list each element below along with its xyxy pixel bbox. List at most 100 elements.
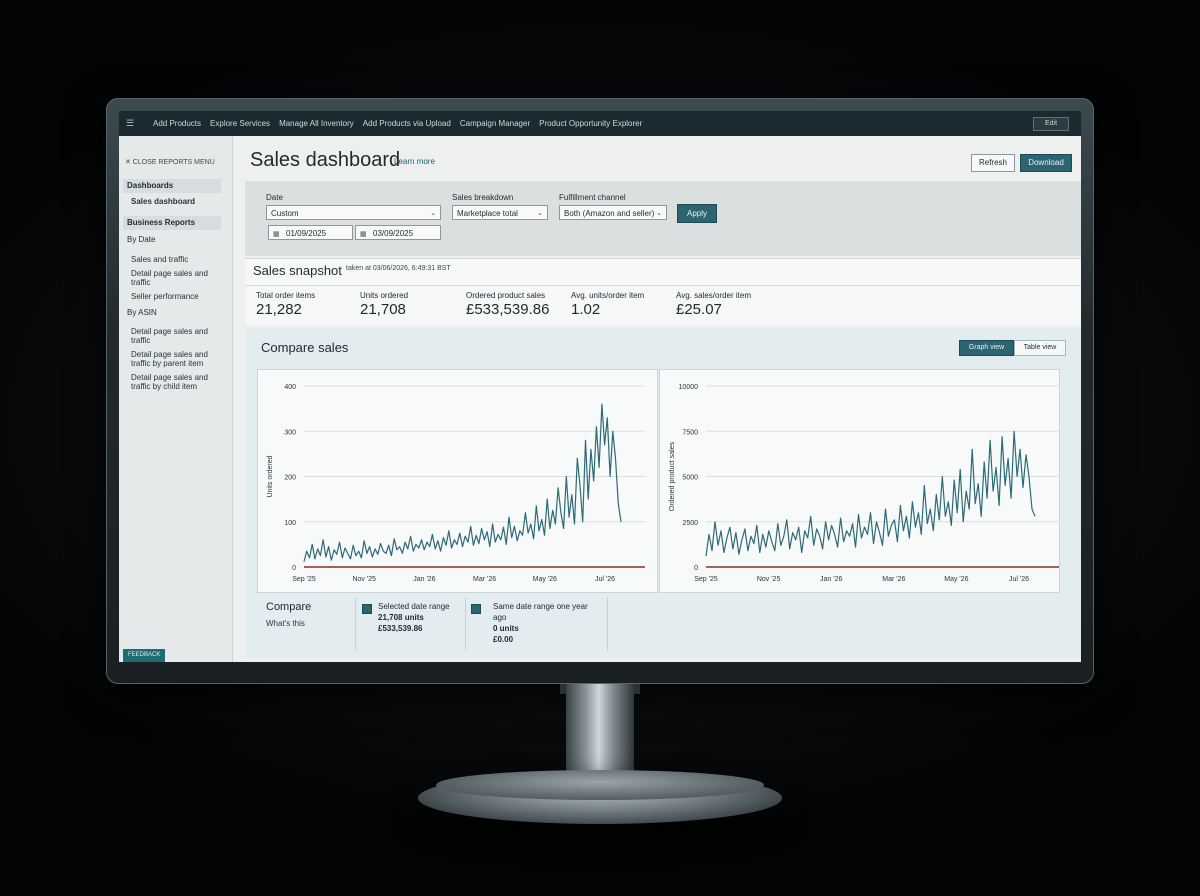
sales-breakdown-label: Sales breakdown	[452, 193, 514, 202]
last-year-checkbox[interactable]	[471, 604, 481, 614]
sidebar-item-asin-child-item[interactable]: Detail page sales and traffic by child i…	[131, 373, 221, 391]
sidebar-section-dashboards: Dashboards	[123, 179, 221, 193]
y-tick-label: 5000	[682, 475, 698, 482]
close-reports-menu-button[interactable]: ✕ CLOSE REPORTS MENU	[125, 158, 215, 166]
snapshot-timestamp: taken at 03/06/2026, 6:49:31 BST	[346, 265, 451, 272]
fulfillment-channel-select[interactable]: Both (Amazon and seller) ⌄	[559, 205, 667, 220]
monitor-stand-base-top	[436, 770, 764, 800]
edit-button[interactable]: Edit	[1033, 117, 1069, 131]
end-date-value: 03/09/2025	[373, 229, 414, 238]
screen: ☰ Add Products Explore Services Manage A…	[119, 111, 1081, 662]
feedback-button[interactable]: FEEDBACK	[123, 649, 166, 662]
metric-value-avg-sales: £25.07	[676, 301, 722, 318]
x-tick-label: Nov '25	[757, 576, 781, 583]
compare-sales-title: Compare sales	[261, 340, 349, 355]
ordered-sales-chart-card: 0 2500 5000 7500 10000 Ordered product sales S…	[659, 369, 1060, 593]
sidebar-item-asin-parent-item[interactable]: Detail page sales and traffic by parent …	[131, 350, 221, 368]
x-tick-label: Jan '26	[413, 576, 435, 583]
metric-value-total-order-items: 21,282	[256, 301, 302, 318]
table-view-toggle[interactable]: Table view	[1014, 340, 1066, 356]
metric-value-units-ordered: 21,708	[360, 301, 406, 318]
divider	[607, 597, 608, 651]
refresh-button[interactable]: Refresh	[971, 154, 1015, 172]
sidebar-item-sales-and-traffic[interactable]: Sales and traffic	[131, 255, 221, 264]
chevron-down-icon: ⌄	[656, 210, 662, 217]
date-filter-label: Date	[266, 193, 283, 202]
reports-sidebar: ✕ CLOSE REPORTS MENU Dashboards Sales da…	[119, 136, 233, 662]
nav-add-products-upload[interactable]: Add Products via Upload	[363, 119, 451, 128]
date-range-select[interactable]: Custom ⌄	[266, 205, 441, 220]
apply-button[interactable]: Apply	[677, 204, 717, 223]
sidebar-item-detail-page-sales-traffic[interactable]: Detail page sales and traffic	[131, 269, 221, 287]
sidebar-item-asin-detail-page[interactable]: Detail page sales and traffic	[131, 327, 221, 345]
x-tick-label: Sep '25	[694, 576, 718, 583]
units-ordered-chart-card: 0 100 200 300 400 Units ordered Sep '25 Nov '25…	[257, 369, 658, 593]
fulfillment-channel-label: Fulfillment channel	[559, 193, 626, 202]
y-tick-label: 0	[292, 565, 296, 572]
y-tick-label: 2500	[682, 520, 698, 527]
end-date-input[interactable]: ▦ 03/09/2025	[355, 225, 441, 240]
y-tick-label: 100	[284, 520, 296, 527]
selected-range-label: Selected date range	[378, 602, 450, 611]
y-tick-label: 200	[284, 475, 296, 482]
selected-range-checkbox[interactable]	[362, 604, 372, 614]
chevron-down-icon: ⌄	[537, 210, 543, 217]
nav-explore-services[interactable]: Explore Services	[210, 119, 270, 128]
sidebar-group-by-asin: By ASIN	[127, 308, 157, 317]
chevron-down-icon: ⌄	[430, 210, 436, 217]
y-tick-label: 7500	[682, 429, 698, 436]
sales-breakdown-select[interactable]: Marketplace total ⌄	[452, 205, 548, 220]
nav-campaign-manager[interactable]: Campaign Manager	[460, 119, 530, 128]
metric-label-ordered-product-sales: Ordered product sales	[466, 291, 546, 300]
metric-label-units-ordered: Units ordered	[360, 291, 409, 300]
y-tick-label: 10000	[679, 384, 699, 391]
x-tick-label: May '26	[533, 576, 557, 583]
nav-manage-inventory[interactable]: Manage All Inventory	[279, 119, 354, 128]
start-date-input[interactable]: ▦ 01/09/2025	[268, 225, 353, 240]
learn-more-link[interactable]: Learn more	[394, 157, 435, 166]
start-date-value: 01/09/2025	[286, 229, 327, 238]
x-tick-label: Mar '26	[882, 576, 905, 583]
y-axis-label: Ordered product sales	[669, 441, 676, 511]
metric-label-total-order-items: Total order items	[256, 291, 316, 300]
page-title: Sales dashboard	[250, 149, 401, 171]
series-line-selected-range	[705, 430, 1036, 557]
sidebar-item-sales-dashboard[interactable]: Sales dashboard	[131, 197, 221, 206]
x-tick-label: Nov '25	[352, 576, 376, 583]
ordered-sales-chart: 0 2500 5000 7500 10000 Ordered product sales S…	[669, 384, 1059, 583]
nav-product-opportunity-explorer[interactable]: Product Opportunity Explorer	[539, 119, 642, 128]
y-tick-label: 400	[284, 384, 296, 391]
sales-breakdown-value: Marketplace total	[457, 209, 518, 218]
x-tick-label: Sep '25	[292, 576, 316, 583]
date-range-value: Custom	[271, 209, 299, 218]
metric-value-ordered-product-sales: £533,539.86	[466, 301, 550, 318]
menu-icon[interactable]: ☰	[126, 118, 144, 129]
units-ordered-chart: 0 100 200 300 400 Units ordered Sep '25 Nov '25…	[267, 384, 645, 583]
last-year-units: 0 units	[493, 624, 519, 633]
last-year-sales: £0.00	[493, 635, 514, 644]
x-tick-label: Mar '26	[473, 576, 496, 583]
metric-value-avg-units: 1.02	[571, 301, 601, 318]
x-tick-label: Jul '26	[1009, 576, 1029, 583]
calendar-icon: ▦	[273, 231, 280, 238]
sidebar-item-seller-performance[interactable]: Seller performance	[131, 292, 221, 301]
graph-view-toggle[interactable]: Graph view	[959, 340, 1014, 356]
x-tick-label: Jan '26	[820, 576, 842, 583]
fulfillment-channel-value: Both (Amazon and seller)	[564, 209, 655, 218]
compare-legend-title: Compare	[266, 601, 312, 613]
series-line-selected-range	[303, 403, 622, 562]
download-button[interactable]: Download	[1020, 154, 1072, 172]
selected-range-sales: £533,539.86	[378, 624, 423, 633]
sidebar-section-business-reports: Business Reports	[123, 216, 221, 230]
divider	[465, 597, 466, 651]
calendar-icon: ▦	[360, 231, 367, 238]
x-tick-label: May '26	[944, 576, 968, 583]
nav-add-products[interactable]: Add Products	[153, 119, 201, 128]
last-year-label-line1: Same date range one year	[493, 602, 588, 611]
divider	[355, 597, 356, 651]
x-tick-label: Jul '26	[595, 576, 615, 583]
whats-this-link[interactable]: What's this	[266, 619, 305, 628]
metric-label-avg-sales: Avg. sales/order item	[676, 291, 751, 300]
y-tick-label: 0	[694, 565, 698, 572]
top-navigation-bar: ☰ Add Products Explore Services Manage A…	[119, 111, 1081, 136]
